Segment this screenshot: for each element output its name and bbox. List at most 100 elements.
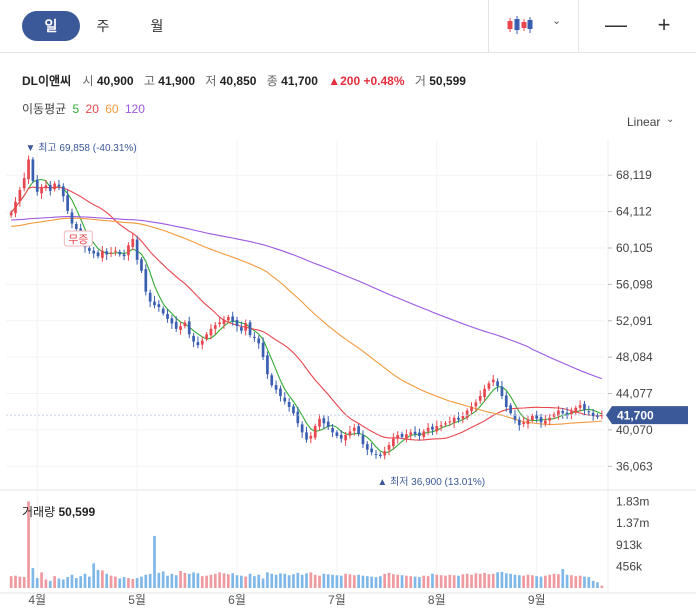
candle-body (135, 239, 139, 260)
candle-body (170, 318, 174, 324)
candle-body (561, 411, 565, 414)
volume-bar (357, 574, 360, 588)
volume-bar (535, 576, 539, 588)
volume-bar (122, 577, 126, 588)
volume-bar (318, 575, 321, 588)
volume-bar (418, 577, 421, 588)
candle (205, 332, 208, 342)
price-tick-label: 52,091 (616, 314, 653, 328)
candle-body (570, 411, 573, 415)
volume-bar (313, 574, 317, 588)
candle-body (348, 431, 352, 436)
max-price-annotation: ▼ 최고 69,858 (-40.31%) (26, 142, 137, 154)
candle (596, 413, 599, 420)
candle-body (309, 435, 313, 439)
volume-bar (374, 577, 378, 588)
candle (92, 246, 96, 259)
candle-body (535, 415, 539, 419)
candle (426, 423, 430, 436)
candle-body (578, 405, 582, 408)
candle (326, 416, 330, 430)
volume-bar (57, 578, 61, 588)
volume-bar (522, 575, 525, 588)
ma-120-line (11, 216, 602, 380)
volume-bar (513, 574, 517, 588)
candle-body (205, 334, 208, 340)
volume-bar (105, 573, 109, 588)
candle (279, 385, 282, 402)
volume-bar (500, 571, 504, 588)
candle-body (48, 184, 52, 191)
candle (461, 412, 465, 424)
candle-body (235, 319, 239, 327)
candle (544, 415, 547, 427)
candle-body (274, 385, 278, 390)
candle-body (14, 201, 17, 214)
volume-bar (148, 573, 152, 588)
candle-body (491, 379, 495, 383)
volume-bar (426, 576, 430, 588)
candle-body (140, 259, 143, 271)
candle (244, 319, 248, 336)
volume-bar (166, 575, 169, 588)
month-label: 5월 (128, 593, 146, 607)
candle (496, 378, 499, 392)
volume-title: 거래량 50,599 (22, 503, 95, 520)
candle (109, 247, 113, 257)
volume-bar (526, 574, 530, 588)
volume-bar (53, 576, 56, 588)
volume-bar (561, 569, 565, 588)
candle-body (31, 159, 35, 181)
candle-body (448, 421, 452, 423)
volume-bar (192, 572, 195, 588)
volume-bar (83, 573, 87, 588)
candle-body (504, 395, 508, 407)
price-tick-label: 60,105 (616, 241, 653, 255)
candle (570, 407, 573, 420)
candle-body (218, 322, 221, 325)
candle-body (400, 433, 404, 437)
candle-body (596, 415, 599, 417)
volume-bar (222, 573, 226, 588)
candle-body (61, 186, 65, 197)
candle-body (344, 435, 347, 441)
volume-bar (240, 575, 243, 588)
volume-bar (378, 576, 382, 588)
volume-bar (478, 573, 482, 588)
candle (348, 425, 352, 439)
price-tick-label: 64,112 (616, 205, 652, 219)
candle (513, 409, 517, 424)
candle (213, 322, 217, 335)
candle-body (461, 416, 465, 419)
candle-body (266, 355, 269, 375)
candle (135, 235, 139, 265)
candle-body (370, 448, 373, 453)
volume-bar (135, 578, 139, 588)
candle (253, 332, 256, 342)
volume-bar (392, 574, 395, 588)
volume-bar (491, 573, 495, 588)
candle (500, 381, 504, 400)
stock-chart[interactable]: 68,119 64,112 60,105 56,098 52,091 48,084 44,0… (0, 0, 696, 615)
candle (305, 426, 308, 443)
candle (35, 175, 39, 196)
candle-body (96, 252, 100, 257)
candle-body (270, 375, 274, 386)
candle (161, 306, 165, 316)
candle (383, 446, 387, 460)
volume-bar (205, 575, 208, 588)
volume-bar (261, 578, 265, 588)
volume-bar (266, 572, 269, 588)
volume-bar (474, 573, 478, 588)
candle-body (92, 250, 96, 254)
volume-bar (183, 572, 187, 588)
candle-body (405, 434, 408, 439)
candle (61, 183, 65, 202)
candle-body (500, 386, 504, 397)
price-tick-label: 40,070 (616, 423, 653, 437)
candle (526, 415, 530, 429)
candle-body (548, 417, 552, 421)
candle (127, 242, 130, 261)
candle (266, 351, 269, 379)
volume-bar (509, 573, 512, 588)
